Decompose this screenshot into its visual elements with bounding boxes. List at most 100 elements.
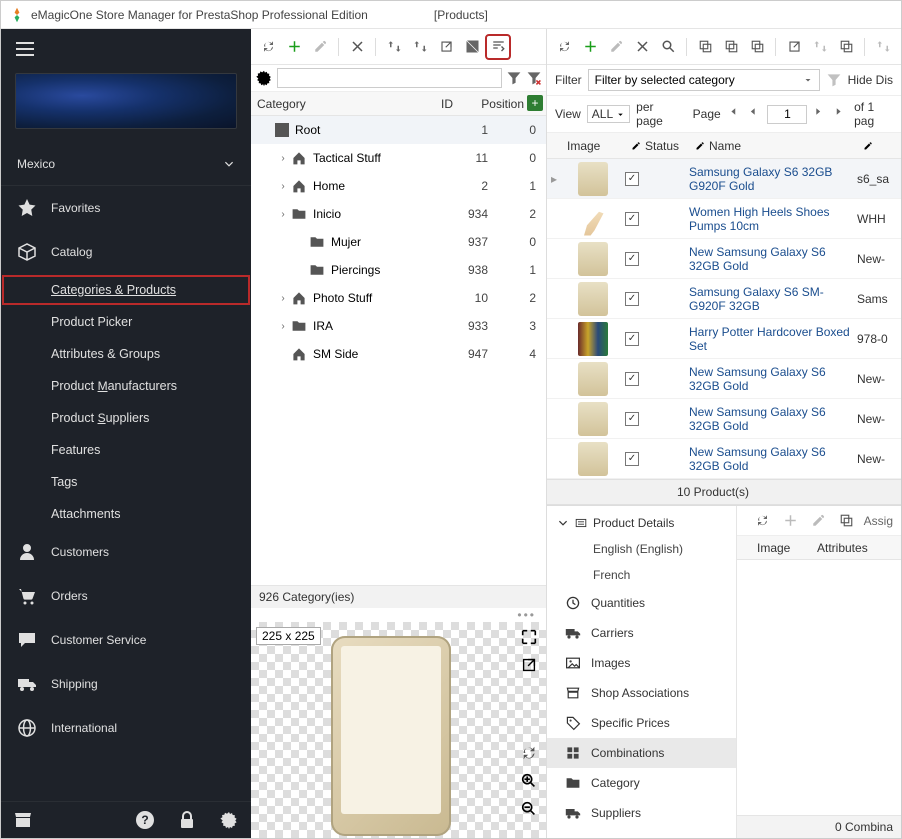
lock-icon[interactable] [177, 810, 197, 830]
tool-button[interactable] [809, 36, 831, 58]
funnel-icon[interactable] [826, 72, 842, 88]
product-status-cell[interactable] [625, 292, 689, 306]
detail-item-combinations[interactable]: Combinations [547, 738, 736, 768]
copy-button[interactable] [694, 36, 716, 58]
catalog-sub-item[interactable]: Features [1, 434, 251, 466]
catalog-sub-item[interactable]: Attributes & Groups [1, 338, 251, 370]
nav-catalog[interactable]: Catalog [1, 230, 251, 274]
nav-customers[interactable]: Customers [1, 530, 251, 574]
detail-item-specific-prices[interactable]: Specific Prices [547, 708, 736, 738]
product-status-cell[interactable] [625, 412, 689, 426]
product-name[interactable]: New Samsung Galaxy S6 32GB Gold [689, 245, 857, 273]
hide-disabled[interactable]: Hide Dis [848, 73, 893, 87]
adjust-button[interactable] [461, 36, 483, 58]
status-checkbox[interactable] [625, 452, 639, 466]
nav-international[interactable]: International [1, 706, 251, 750]
product-row[interactable]: New Samsung Galaxy S6 32GB GoldNew- [547, 239, 901, 279]
category-row[interactable]: Root10 [251, 116, 546, 144]
product-name[interactable]: Women High Heels Shoes Pumps 10cm [689, 205, 857, 233]
col-name[interactable]: Name [689, 139, 857, 153]
store-icon[interactable] [13, 810, 33, 830]
delete-button[interactable] [346, 36, 368, 58]
status-checkbox[interactable] [625, 332, 639, 346]
product-name[interactable]: New Samsung Galaxy S6 32GB Gold [689, 365, 857, 393]
status-checkbox[interactable] [625, 172, 639, 186]
lang-english[interactable]: English (English) [547, 536, 736, 562]
product-status-cell[interactable] [625, 452, 689, 466]
copy-button-2[interactable] [720, 36, 742, 58]
product-name[interactable]: Samsung Galaxy S6 SM-G920F 32GB [689, 285, 857, 313]
status-checkbox[interactable] [625, 252, 639, 266]
nav-favorites[interactable]: Favorites [1, 186, 251, 230]
category-row[interactable]: ›Inicio9342 [251, 200, 546, 228]
product-name[interactable]: Harry Potter Hardcover Boxed Set [689, 325, 857, 353]
open-external-icon[interactable] [520, 656, 538, 674]
catalog-sub-item[interactable]: Product Manufacturers [1, 370, 251, 402]
import-button[interactable] [435, 36, 457, 58]
detail-item-quantities[interactable]: Quantities [547, 588, 736, 618]
nav-orders[interactable]: Orders [1, 574, 251, 618]
edit-button[interactable] [309, 36, 331, 58]
category-search-input[interactable] [277, 68, 502, 88]
move-button[interactable] [383, 36, 405, 58]
col-attributes[interactable]: Attributes [809, 541, 868, 555]
lang-french[interactable]: French [547, 562, 736, 588]
move-button-2[interactable] [409, 36, 431, 58]
edit-button[interactable] [808, 510, 830, 532]
add-button[interactable] [579, 36, 601, 58]
edit-button[interactable] [605, 36, 627, 58]
product-row[interactable]: ▸Samsung Galaxy S6 32GB G920F Golds6_sa [547, 159, 901, 199]
product-row[interactable]: New Samsung Galaxy S6 32GB GoldNew- [547, 439, 901, 479]
refresh-button[interactable] [553, 36, 575, 58]
more-dots[interactable]: ••• [251, 608, 546, 622]
search-button[interactable] [657, 36, 679, 58]
pager-page-input[interactable] [767, 105, 807, 124]
tool-button-3[interactable] [872, 36, 894, 58]
refresh-icon[interactable] [520, 744, 538, 762]
delete-button[interactable] [631, 36, 653, 58]
product-row[interactable]: Harry Potter Hardcover Boxed Set978-0 [547, 319, 901, 359]
category-row[interactable]: ›Tactical Stuff110 [251, 144, 546, 172]
pager-all[interactable]: ALL [587, 105, 630, 123]
detail-item-carriers[interactable]: Carriers [547, 618, 736, 648]
catalog-sub-item[interactable]: Tags [1, 466, 251, 498]
product-status-cell[interactable] [625, 332, 689, 346]
category-row[interactable]: ›Home21 [251, 172, 546, 200]
col-image[interactable]: Image [749, 541, 809, 555]
funnel-icon[interactable] [506, 70, 522, 86]
category-row[interactable]: Piercings9381 [251, 256, 546, 284]
menu-button[interactable] [7, 35, 43, 63]
catalog-sub-item[interactable]: Attachments [1, 498, 251, 530]
product-status-cell[interactable] [625, 172, 689, 186]
catalog-sub-item[interactable]: Categories & Products [1, 274, 251, 306]
product-row[interactable]: New Samsung Galaxy S6 32GB GoldNew- [547, 359, 901, 399]
col-image[interactable]: Image [561, 139, 625, 153]
add-button[interactable] [283, 36, 305, 58]
detail-item-images[interactable]: Images [547, 648, 736, 678]
product-status-cell[interactable] [625, 212, 689, 226]
nav-customer-service[interactable]: Customer Service [1, 618, 251, 662]
product-name[interactable]: New Samsung Galaxy S6 32GB Gold [689, 445, 857, 473]
gear-icon[interactable] [219, 810, 239, 830]
filter-products-button[interactable] [487, 36, 509, 58]
product-row[interactable]: Women High Heels Shoes Pumps 10cmWHH [547, 199, 901, 239]
toggle-icon[interactable]: › [277, 209, 289, 220]
catalog-sub-item[interactable]: Product Picker [1, 306, 251, 338]
category-row[interactable]: ›Photo Stuff102 [251, 284, 546, 312]
status-checkbox[interactable] [625, 372, 639, 386]
filter-combo[interactable]: Filter by selected category [588, 69, 820, 91]
help-icon[interactable] [135, 810, 155, 830]
pager-last[interactable] [834, 106, 848, 122]
export-button[interactable] [783, 36, 805, 58]
col-status[interactable]: Status [625, 139, 689, 153]
detail-item-category[interactable]: Category [547, 768, 736, 798]
copy-button-3[interactable] [746, 36, 768, 58]
status-checkbox[interactable] [625, 292, 639, 306]
zoom-in-icon[interactable] [520, 772, 538, 790]
zoom-out-icon[interactable] [520, 800, 538, 818]
category-row[interactable]: SM Side9474 [251, 340, 546, 368]
toggle-icon[interactable]: › [277, 321, 289, 332]
toggle-icon[interactable]: › [277, 153, 289, 164]
product-name[interactable]: Samsung Galaxy S6 32GB G920F Gold [689, 165, 857, 193]
funnel-clear-icon[interactable] [526, 70, 542, 86]
